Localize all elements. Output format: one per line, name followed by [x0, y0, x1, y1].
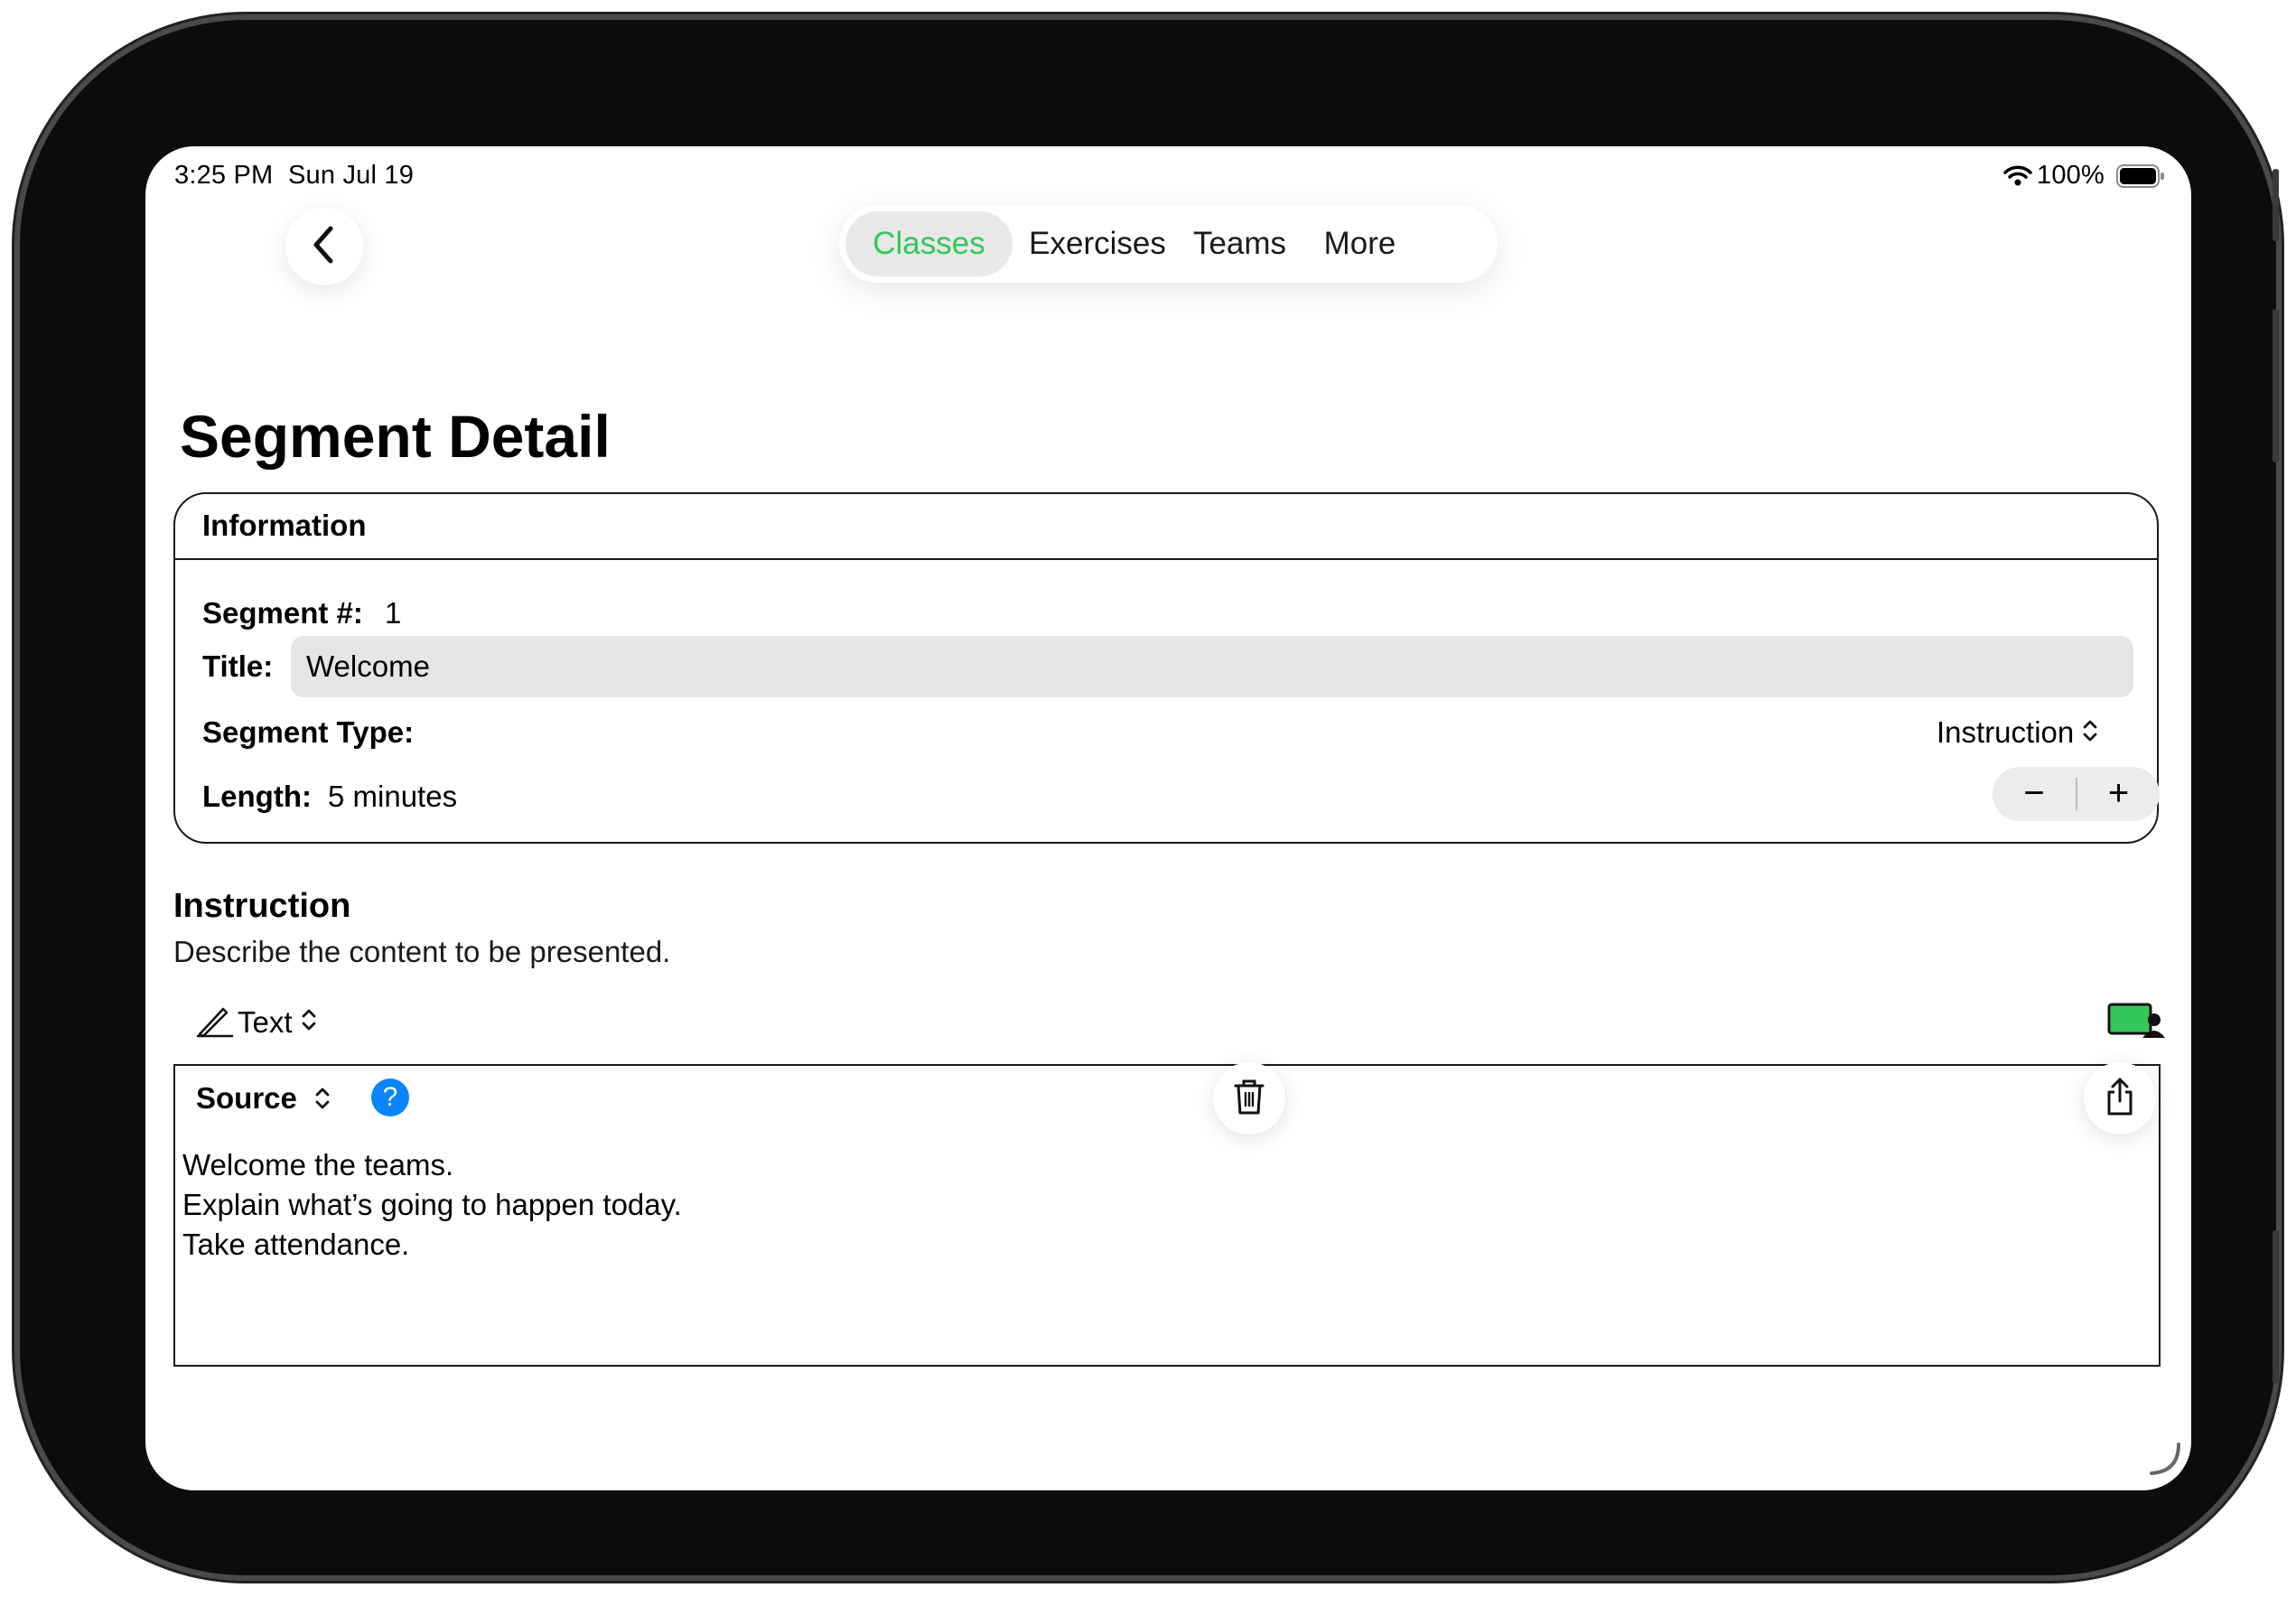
back-button[interactable] — [285, 208, 363, 285]
chevron-updown-icon — [300, 1006, 318, 1038]
status-time: 3:25 PM — [174, 161, 274, 190]
mode-picker[interactable]: Text — [196, 1002, 318, 1042]
chevron-updown-icon — [2081, 717, 2099, 749]
tab-exercises[interactable]: Exercises — [1024, 205, 1171, 283]
pencil-icon — [196, 1002, 234, 1042]
title-input[interactable]: Welcome — [291, 636, 2133, 697]
source-label: Source — [196, 1081, 297, 1115]
instruction-subtitle: Describe the content to be presented. — [173, 935, 671, 968]
decrement-button[interactable]: − — [1993, 767, 2076, 821]
information-card: Information Segment #: 1 Title: Welcome … — [173, 492, 2160, 844]
share-button[interactable] — [2084, 1062, 2156, 1135]
tab-more[interactable]: More — [1309, 205, 1411, 283]
status-date: Sun Jul 19 — [288, 161, 415, 190]
text-line: Explain what’s going to happen today. — [182, 1188, 682, 1221]
length-label: Length: — [202, 780, 312, 813]
side-button — [2273, 309, 2279, 462]
instruction-editor[interactable]: Source Welcome the teams. Explain what’s… — [173, 1064, 2161, 1367]
card-header: Information — [175, 494, 2157, 560]
segment-number-label: Segment #: — [202, 596, 363, 630]
segment-type-value: Instruction — [1937, 715, 2075, 749]
chevron-updown-icon — [313, 1085, 331, 1116]
top-tab-bar: Classes Exercises Teams More — [839, 205, 1498, 283]
information-header: Information — [202, 509, 367, 542]
side-button-lower — [2273, 1230, 2279, 1384]
length-value: 5 minutes — [328, 780, 458, 813]
text-line: Take attendance. — [182, 1228, 410, 1261]
title-label: Title: — [202, 649, 274, 683]
presenter-icon[interactable] — [2107, 1002, 2165, 1044]
length-stepper: − + — [1993, 767, 2160, 821]
share-icon — [2105, 1077, 2135, 1121]
increment-button[interactable]: + — [2077, 767, 2160, 821]
app-screen: 3:25 PM Sun Jul 19 100% Classes Exercise… — [145, 146, 2191, 1490]
source-picker[interactable]: Source — [177, 1068, 358, 1131]
instruction-title: Instruction — [173, 887, 351, 925]
resize-handle-icon[interactable] — [2146, 1441, 2182, 1481]
trash-icon — [1233, 1078, 1265, 1120]
tab-teams[interactable]: Teams — [1182, 205, 1297, 283]
text-line: Welcome the teams. — [182, 1148, 454, 1181]
page-title: Segment Detail — [180, 403, 611, 470]
mode-label: Text — [238, 1004, 293, 1039]
battery-percent: 100% — [2037, 161, 2105, 190]
wifi-icon — [2003, 164, 2032, 191]
segment-number-value: 1 — [385, 596, 402, 630]
delete-button[interactable] — [1213, 1062, 1285, 1135]
segment-type-label: Segment Type: — [202, 715, 415, 749]
ipad-frame: 3:25 PM Sun Jul 19 100% Classes Exercise… — [20, 20, 2279, 1575]
chevron-left-icon — [311, 225, 338, 269]
battery-icon — [2116, 163, 2165, 193]
volume-button — [2273, 169, 2279, 241]
instruction-text[interactable]: Welcome the teams. Explain what’s going … — [182, 1145, 682, 1265]
help-button[interactable]: ? — [371, 1079, 409, 1116]
tab-classes[interactable]: Classes — [845, 211, 1013, 276]
segment-type-picker[interactable]: Instruction — [1937, 715, 2099, 750]
